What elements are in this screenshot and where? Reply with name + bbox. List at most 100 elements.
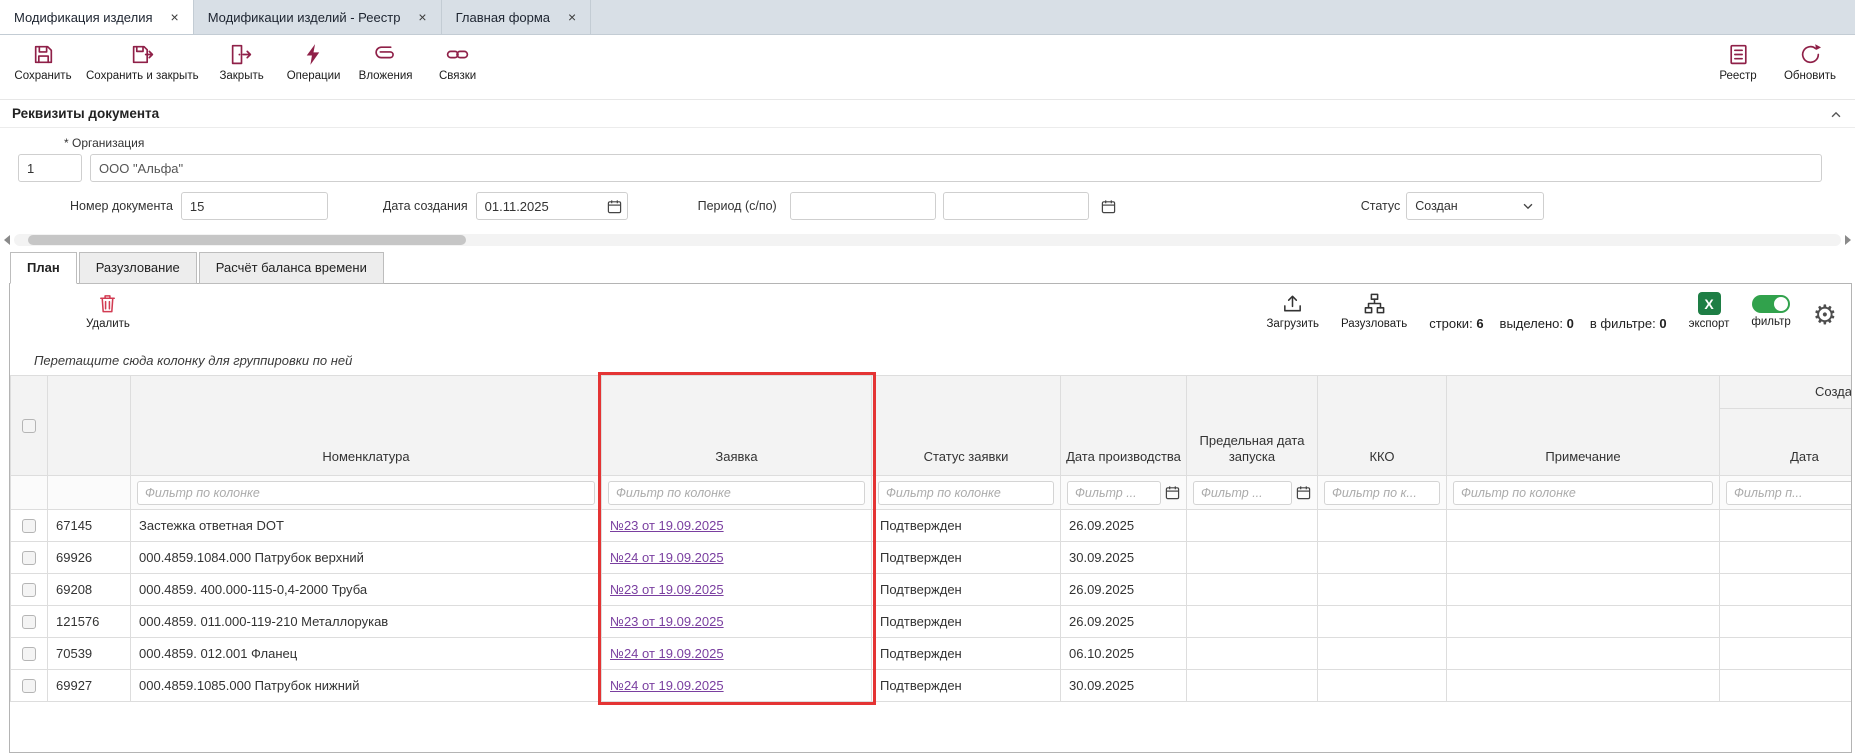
document-number-label: Номер документа — [70, 199, 173, 213]
column-header-launch-deadline[interactable]: Предельная дата запуска — [1187, 376, 1318, 476]
select-all-checkbox[interactable] — [22, 419, 36, 433]
table-row[interactable]: 67145 Застежка ответная DOT №23 от 19.09… — [11, 510, 1853, 542]
filter-input-note[interactable] — [1453, 481, 1713, 505]
refresh-icon — [1798, 42, 1823, 67]
tab-unnesting[interactable]: Разузлование — [79, 252, 197, 284]
request-link[interactable]: №24 от 19.09.2025 — [610, 550, 724, 565]
row-checkbox[interactable] — [22, 679, 36, 693]
unnest-button[interactable]: Разузловать — [1341, 292, 1407, 330]
save-and-close-button[interactable]: Сохранить и закрыть — [86, 42, 199, 82]
cell-date — [1720, 574, 1853, 606]
cell-request: №23 от 19.09.2025 — [602, 510, 872, 542]
filter-cell-date — [1720, 476, 1853, 510]
close-icon[interactable]: × — [171, 10, 179, 24]
scroll-right-arrow[interactable] — [1845, 235, 1851, 245]
save-button[interactable]: Сохранить — [14, 42, 72, 82]
created-date-field[interactable] — [476, 192, 628, 220]
scrollbar-track[interactable] — [14, 234, 1841, 246]
request-link[interactable]: №24 от 19.09.2025 — [610, 678, 724, 693]
filter-input-nomenclature[interactable] — [137, 481, 595, 505]
filter-input-launch-deadline[interactable] — [1193, 481, 1292, 505]
gear-icon[interactable]: ⚙ — [1813, 302, 1837, 329]
toggle-on-icon[interactable] — [1752, 295, 1790, 313]
tab-plan[interactable]: План — [10, 252, 77, 284]
row-checkbox[interactable] — [22, 647, 36, 661]
table-row[interactable]: 69208 000.4859. 400.000-115-0,4-2000 Тру… — [11, 574, 1853, 606]
organization-label: * Организация — [64, 136, 1855, 150]
calendar-icon[interactable] — [607, 199, 622, 214]
lightning-icon — [301, 42, 326, 67]
status-select[interactable]: Создан — [1406, 192, 1544, 220]
cell-kko — [1318, 670, 1447, 702]
export-excel-button[interactable]: X экспорт — [1689, 292, 1730, 330]
column-header-date[interactable]: Дата — [1720, 409, 1853, 476]
period-from-field[interactable] — [790, 192, 936, 220]
cell-nomenclature: 000.4859.1084.000 Патрубок верхний — [131, 542, 602, 574]
scrollbar-thumb[interactable] — [28, 235, 466, 245]
collapse-section-icon[interactable] — [1829, 108, 1843, 122]
filter-input-kko[interactable] — [1324, 481, 1440, 505]
column-header-note[interactable]: Примечание — [1447, 376, 1720, 476]
calendar-icon[interactable] — [1296, 485, 1311, 500]
links-button[interactable]: Связки — [429, 42, 487, 82]
column-header-request[interactable]: Заявка — [602, 376, 872, 476]
row-checkbox-cell — [11, 606, 48, 638]
column-header-request-status[interactable]: Статус заявки — [872, 376, 1061, 476]
row-checkbox[interactable] — [22, 615, 36, 629]
request-link[interactable]: №24 от 19.09.2025 — [610, 646, 724, 661]
delete-button[interactable]: Удалить — [86, 292, 130, 330]
cell-launch-deadline — [1187, 574, 1318, 606]
attachments-button[interactable]: Вложения — [357, 42, 415, 82]
tab-main-form[interactable]: Главная форма × — [442, 0, 592, 34]
cell-kko — [1318, 574, 1447, 606]
column-header-nomenclature[interactable]: Номенклатура — [131, 376, 602, 476]
operations-button[interactable]: Операции — [285, 42, 343, 82]
period-to-field[interactable] — [943, 192, 1089, 220]
cell-id: 69208 — [48, 574, 131, 606]
table-row[interactable]: 70539 000.4859. 012.001 Фланец №24 от 19… — [11, 638, 1853, 670]
cell-id: 69926 — [48, 542, 131, 574]
column-header-id[interactable] — [48, 376, 131, 476]
request-link[interactable]: №23 от 19.09.2025 — [610, 582, 724, 597]
tab-modifications-registry[interactable]: Модификации изделий - Реестр × — [194, 0, 442, 34]
operations-label: Операции — [287, 70, 341, 82]
refresh-button[interactable]: Обновить — [1781, 42, 1839, 82]
calendar-icon[interactable] — [1165, 485, 1180, 500]
request-link[interactable]: №23 от 19.09.2025 — [610, 614, 724, 629]
registry-button[interactable]: Реестр — [1709, 42, 1767, 82]
scroll-left-arrow[interactable] — [4, 235, 10, 245]
filter-toggle[interactable]: фильтр — [1751, 292, 1790, 328]
column-group-created: Созда — [1720, 376, 1853, 409]
load-button[interactable]: Загрузить — [1266, 292, 1319, 330]
select-all-checkbox-cell — [11, 376, 48, 476]
table-row[interactable]: 69927 000.4859.1085.000 Патрубок нижний … — [11, 670, 1853, 702]
row-checkbox[interactable] — [22, 551, 36, 565]
close-icon[interactable]: × — [568, 10, 576, 24]
close-icon[interactable]: × — [418, 10, 426, 24]
request-link[interactable]: №23 от 19.09.2025 — [610, 518, 724, 533]
row-checkbox[interactable] — [22, 519, 36, 533]
organization-name-field[interactable] — [90, 154, 1822, 182]
tab-label: Главная форма — [456, 10, 550, 25]
filter-cell-note — [1447, 476, 1720, 510]
column-header-production-date[interactable]: Дата производства — [1061, 376, 1187, 476]
row-checkbox[interactable] — [22, 583, 36, 597]
organization-code-field[interactable] — [18, 154, 82, 182]
column-header-kko[interactable]: ККО — [1318, 376, 1447, 476]
tab-product-modification[interactable]: Модификация изделия × — [0, 0, 194, 34]
filter-input-date[interactable] — [1726, 481, 1852, 505]
filter-cell-production-date — [1061, 476, 1187, 510]
calendar-icon[interactable] — [1101, 199, 1116, 214]
cell-kko — [1318, 510, 1447, 542]
close-button[interactable]: Закрыть — [213, 42, 271, 82]
filter-input-production-date[interactable] — [1067, 481, 1161, 505]
cell-nomenclature: 000.4859. 400.000-115-0,4-2000 Труба — [131, 574, 602, 606]
table-row[interactable]: 121576 000.4859. 011.000-119-210 Металло… — [11, 606, 1853, 638]
filter-input-request-status[interactable] — [878, 481, 1054, 505]
save-icon — [31, 42, 56, 67]
document-number-field[interactable] — [181, 192, 328, 220]
filter-input-request[interactable] — [608, 481, 865, 505]
cell-date — [1720, 606, 1853, 638]
tab-time-balance[interactable]: Расчёт баланса времени — [199, 252, 384, 284]
table-row[interactable]: 69926 000.4859.1084.000 Патрубок верхний… — [11, 542, 1853, 574]
